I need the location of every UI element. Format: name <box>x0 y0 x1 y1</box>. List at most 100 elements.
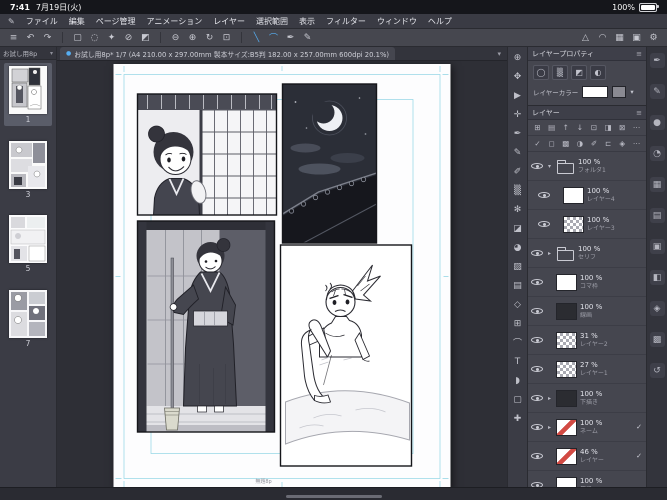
clip-below-icon[interactable]: ⊏ <box>603 138 614 149</box>
operation-tool-icon[interactable]: ▶ <box>510 88 525 103</box>
new-raster-layer-icon[interactable]: ⊞ <box>532 122 543 133</box>
selection-tool-icon[interactable]: ▢ <box>510 392 525 407</box>
eyedropper-tool-icon[interactable]: ✛ <box>510 107 525 122</box>
folder-expand-icon[interactable]: ▾ <box>546 163 553 170</box>
brush-tool-icon[interactable]: ✐ <box>510 164 525 179</box>
material-palette-toggle-icon[interactable]: ▩ <box>650 332 665 347</box>
grid-toggle-icon[interactable]: ▦ <box>612 31 627 45</box>
layer-row-paper[interactable]: 100 %用紙 <box>528 471 646 487</box>
border-effect-icon[interactable]: ◯ <box>533 65 549 80</box>
pencil-tool-icon[interactable]: ✎ <box>510 145 525 160</box>
page-thumbnail-5[interactable]: 5 <box>4 212 52 275</box>
curve-tool-icon[interactable]: ⌒ <box>266 31 281 45</box>
deselect-icon[interactable]: ⊘ <box>121 31 136 45</box>
eraser-tool-icon[interactable]: ◪ <box>510 221 525 236</box>
layer-visibility-icon[interactable] <box>531 450 543 462</box>
frame-border-tool-icon[interactable]: ⊞ <box>510 316 525 331</box>
palette-options-icon[interactable]: ⋯ <box>631 138 642 149</box>
menu-selection[interactable]: 選択範囲 <box>256 16 288 27</box>
menu-window[interactable]: ウィンドウ <box>377 16 417 27</box>
fill-tool-icon[interactable]: ▨ <box>510 259 525 274</box>
layer-row-komawaku[interactable]: 100 %コマ枠 <box>528 268 646 297</box>
color-set-toggle-icon[interactable]: ▦ <box>650 177 665 192</box>
invert-selection-icon[interactable]: ◩ <box>138 31 153 45</box>
zoom-in-icon[interactable]: ⊕ <box>185 31 200 45</box>
layer-visibility-icon[interactable] <box>538 189 550 201</box>
tool-palette-toggle-icon[interactable]: ✒ <box>650 53 665 68</box>
folder-expand-icon[interactable]: ▸ <box>546 395 553 402</box>
folder-expand-icon[interactable]: ▸ <box>546 424 553 431</box>
figure-tool-icon[interactable]: ◇ <box>510 297 525 312</box>
chevron-down-icon[interactable]: ▾ <box>630 88 633 96</box>
rotate-view-icon[interactable]: ↻ <box>202 31 217 45</box>
select-rectangle-icon[interactable]: ▢ <box>70 31 85 45</box>
menu-file[interactable]: ファイル <box>26 16 58 27</box>
snap-to-ruler-icon[interactable]: △ <box>578 31 593 45</box>
decoration-tool-icon[interactable]: ✻ <box>510 202 525 217</box>
airbrush-tool-icon[interactable]: ▒ <box>510 183 525 198</box>
palette-dock-toggle-icon[interactable]: ≡ <box>6 31 21 45</box>
page-thumbnail-1[interactable]: 1 <box>4 63 52 126</box>
layer-row-layer3[interactable]: 100 %レイヤー3 <box>528 210 646 239</box>
menu-animation[interactable]: アニメーション <box>147 16 203 27</box>
new-layer-folder-icon[interactable]: ▤ <box>546 122 557 133</box>
blend-tool-icon[interactable]: ◕ <box>510 240 525 255</box>
zoom-out-icon[interactable]: ⊖ <box>168 31 183 45</box>
text-tool-icon[interactable]: T <box>510 354 525 369</box>
mask-icon[interactable]: ◑ <box>574 138 585 149</box>
layer-visibility-icon[interactable] <box>531 305 543 317</box>
pen-tool-icon[interactable]: ✒ <box>510 126 525 141</box>
layer-row-senga[interactable]: 100 %線画 <box>528 297 646 326</box>
layer-row-shitagaki[interactable]: ▸ 100 %下描き <box>528 384 646 413</box>
duplicate-layer-icon[interactable]: ⊡ <box>589 122 600 133</box>
correction-tool-icon[interactable]: ✚ <box>510 411 525 426</box>
pen-tool-icon[interactable]: ✒ <box>283 31 298 45</box>
draft-layer-icon[interactable]: ✐ <box>589 138 600 149</box>
move-layer-down-icon[interactable]: ↓ <box>574 122 585 133</box>
folder-expand-icon[interactable]: ▸ <box>546 250 553 257</box>
color-wheel-toggle-icon[interactable]: ◔ <box>650 146 665 161</box>
move-tool-icon[interactable]: ✥ <box>510 69 525 84</box>
color-slider-toggle-icon[interactable]: ▤ <box>650 208 665 223</box>
move-layer-up-icon[interactable]: ↑ <box>560 122 571 133</box>
fit-to-screen-icon[interactable]: ⊡ <box>219 31 234 45</box>
undo-icon[interactable]: ↶ <box>23 31 38 45</box>
layer-visibility-icon[interactable] <box>538 218 550 230</box>
menu-page-management[interactable]: ページ管理 <box>96 16 136 27</box>
layer-palette-toggle-icon[interactable]: ▣ <box>650 239 665 254</box>
app-icon[interactable]: ✎ <box>8 17 15 26</box>
settings-icon[interactable]: ⚙ <box>646 31 661 45</box>
panel-menu-icon[interactable]: ≡ <box>636 109 642 117</box>
layer-row-rough[interactable]: 46 %レイヤー ✓ <box>528 442 646 471</box>
reference-layer-icon[interactable]: ◈ <box>617 138 628 149</box>
menu-edit[interactable]: 編集 <box>69 16 85 27</box>
ruler-tool-icon[interactable]: ⌒ <box>510 335 525 350</box>
brush-tool-icon[interactable]: ✎ <box>300 31 315 45</box>
brush-size-palette-toggle-icon[interactable]: ● <box>650 115 665 130</box>
gradient-tool-icon[interactable]: ▤ <box>510 278 525 293</box>
layer-row-layer2[interactable]: 31 %レイヤー2 <box>528 326 646 355</box>
select-lasso-icon[interactable]: ◌ <box>87 31 102 45</box>
zoom-tool-icon[interactable]: ⊕ <box>510 50 525 65</box>
merge-down-icon[interactable]: ◨ <box>603 122 614 133</box>
history-palette-toggle-icon[interactable]: ↺ <box>650 363 665 378</box>
lock-transparent-icon[interactable]: ▩ <box>560 138 571 149</box>
menu-view[interactable]: 表示 <box>299 16 315 27</box>
layer-visibility-icon[interactable] <box>531 276 543 288</box>
redo-icon[interactable]: ↷ <box>40 31 55 45</box>
layer-row-folder1[interactable]: ▾ 100 %フォルダ1 <box>528 152 646 181</box>
layer-subcolor-swatch[interactable] <box>612 86 626 98</box>
drawing-canvas[interactable]: 無題8p <box>57 61 507 487</box>
balloon-tool-icon[interactable]: ◗ <box>510 373 525 388</box>
layer-menu-icon[interactable]: ⋯ <box>631 122 642 133</box>
subtool-palette-toggle-icon[interactable]: ✎ <box>650 84 665 99</box>
layer-row-name[interactable]: ▸ 100 %ネーム ✓ <box>528 413 646 442</box>
layer-visibility-icon[interactable] <box>531 160 543 172</box>
document-tab[interactable]: ● お試し用8p* 1/7 (A4 210.00 x 297.00mm 製本サイ… <box>60 47 395 60</box>
layer-visibility-icon[interactable] <box>531 334 543 346</box>
tab-list-chevron-icon[interactable]: ▾ <box>494 50 504 58</box>
panel-menu-icon[interactable]: ≡ <box>636 50 642 58</box>
menu-layer[interactable]: レイヤー <box>213 16 245 27</box>
layer-color-effect-icon[interactable]: ◩ <box>571 65 587 80</box>
line-tool-icon[interactable]: ╲ <box>249 31 264 45</box>
